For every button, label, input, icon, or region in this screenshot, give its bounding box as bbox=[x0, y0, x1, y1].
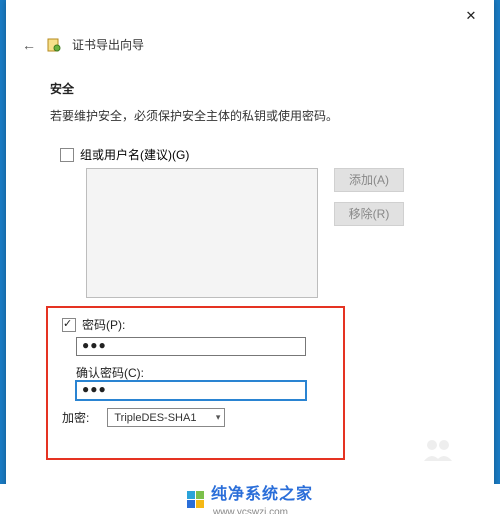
wizard-window: ✕ ← 证书导出向导 安全 若要维护安全，必须保护安全主体的私钥或使用密码。 组… bbox=[6, 0, 494, 500]
footer-logo-icon bbox=[187, 490, 205, 508]
footer-url: www.ycswzj.com bbox=[213, 507, 288, 514]
security-heading: 安全 bbox=[50, 80, 466, 97]
groups-checkbox-row: 组或用户名(建议)(G) bbox=[60, 146, 466, 163]
chevron-down-icon: ▾ bbox=[216, 412, 221, 423]
wizard-header: ← 证书导出向导 bbox=[22, 36, 144, 53]
users-watermark-icon bbox=[422, 437, 456, 470]
password-input[interactable]: ●●● bbox=[76, 337, 306, 356]
groups-listbox[interactable] bbox=[86, 168, 318, 298]
groups-checkbox-label: 组或用户名(建议)(G) bbox=[80, 146, 189, 163]
back-arrow-icon[interactable]: ← bbox=[22, 37, 36, 53]
add-button[interactable]: 添加(A) bbox=[334, 168, 404, 192]
encryption-label: 加密: bbox=[62, 409, 89, 426]
confirm-password-input[interactable]: ●●● bbox=[76, 381, 306, 400]
footer-watermark: 纯净系统之家 www.ycswzj.com bbox=[0, 484, 500, 514]
encryption-row: 加密: TripleDES-SHA1 ▾ bbox=[62, 408, 332, 427]
titlebar: ✕ bbox=[6, 0, 494, 30]
password-label: 密码(P): bbox=[82, 316, 125, 333]
password-checkbox[interactable] bbox=[62, 318, 76, 332]
confirm-password-label: 确认密码(C): bbox=[76, 364, 332, 381]
password-section: 密码(P): ●●● 确认密码(C): ●●● 加密: TripleDES-SH… bbox=[62, 316, 332, 427]
security-description: 若要维护安全，必须保护安全主体的私钥或使用密码。 bbox=[50, 107, 466, 124]
encryption-selected: TripleDES-SHA1 bbox=[114, 412, 196, 424]
groups-checkbox[interactable] bbox=[60, 148, 74, 162]
remove-button[interactable]: 移除(R) bbox=[334, 202, 404, 226]
encryption-combobox[interactable]: TripleDES-SHA1 ▾ bbox=[107, 408, 225, 427]
groups-buttons: 添加(A) 移除(R) bbox=[334, 168, 404, 226]
footer-brand: 纯净系统之家 bbox=[211, 486, 313, 503]
close-button[interactable]: ✕ bbox=[456, 6, 486, 26]
wizard-title: 证书导出向导 bbox=[72, 36, 144, 53]
certificate-icon bbox=[46, 37, 62, 53]
content-area: 安全 若要维护安全，必须保护安全主体的私钥或使用密码。 组或用户名(建议)(G) bbox=[50, 80, 466, 163]
